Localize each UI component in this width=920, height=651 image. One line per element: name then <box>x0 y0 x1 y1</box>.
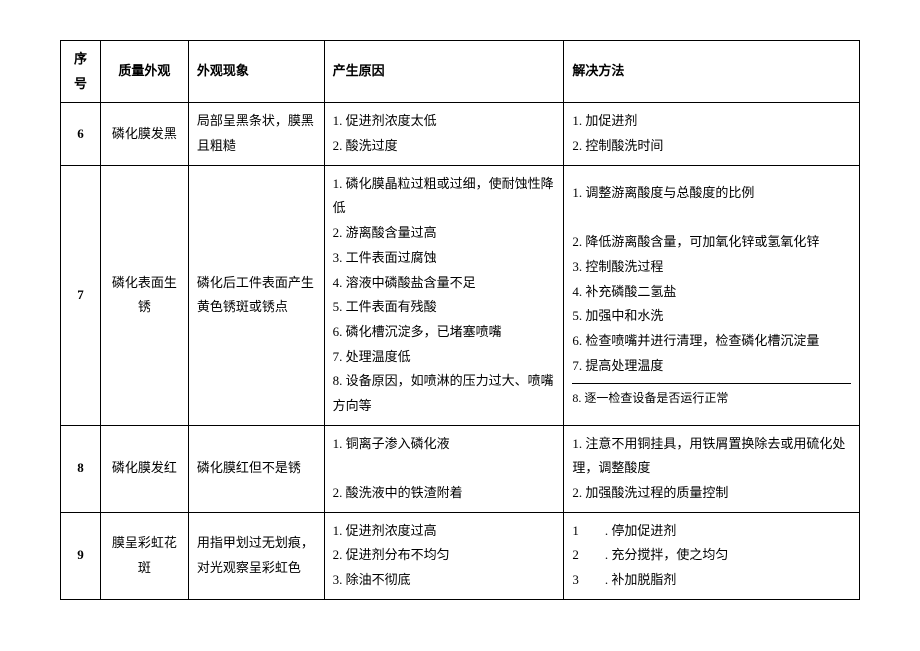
cell-seq: 6 <box>61 103 101 165</box>
solution-item: 6. 检查喷嘴并进行清理，检查磷化槽沉淀量 <box>572 329 851 354</box>
solution-item: 2. 控制酸洗时间 <box>572 134 851 159</box>
solution-item <box>572 206 851 231</box>
cause-item: 2. 促进剂分布不均匀 <box>333 543 556 568</box>
solution-item: 2. 加强酸洗过程的质量控制 <box>572 481 851 506</box>
header-solution: 解决方法 <box>564 41 860 103</box>
cell-cause: 1. 促进剂浓度太低2. 酸洗过度 <box>324 103 564 165</box>
cause-item: 2. 酸洗过度 <box>333 134 556 159</box>
solution-item: 1. 注意不用铜挂具，用铁屑置换除去或用硫化处理，调整酸度 <box>572 432 851 481</box>
cell-phenomenon: 局部呈黑条状，膜黑且粗糙 <box>188 103 324 165</box>
header-row: 序号 质量外观 外观现象 产生原因 解决方法 <box>61 41 860 103</box>
header-cause: 产生原因 <box>324 41 564 103</box>
solution-item: 4. 补充磷酸二氢盐 <box>572 280 851 305</box>
solution-item: 1. 调整游离酸度与总酸度的比例 <box>572 181 851 206</box>
cause-item: 3. 工件表面过腐蚀 <box>333 246 556 271</box>
cause-item: 5. 工件表面有残酸 <box>333 295 556 320</box>
cell-quality: 磷化膜发红 <box>100 425 188 512</box>
header-phenomenon: 外观现象 <box>188 41 324 103</box>
cause-item: 3. 除油不彻底 <box>333 568 556 593</box>
solution-item: 5. 加强中和水洗 <box>572 304 851 329</box>
table-row: 7磷化表面生锈磷化后工件表面产生黄色锈斑或锈点1. 磷化膜晶粒过粗或过细，使耐蚀… <box>61 165 860 425</box>
cause-item: 7. 处理温度低 <box>333 345 556 370</box>
cause-item: 1. 铜离子渗入磷化液 <box>333 432 556 457</box>
cell-seq: 8 <box>61 425 101 512</box>
solution-item: 3. 控制酸洗过程 <box>572 255 851 280</box>
solution-item: 1 . 停加促进剂 <box>572 519 851 544</box>
solution-item: 2 . 充分搅拌，使之均匀 <box>572 543 851 568</box>
cell-solution: 1. 注意不用铜挂具，用铁屑置换除去或用硫化处理，调整酸度2. 加强酸洗过程的质… <box>564 425 860 512</box>
cause-item: 8. 设备原因，如喷淋的压力过大、喷嘴方向等 <box>333 369 556 418</box>
cell-seq: 9 <box>61 512 101 599</box>
cause-item: 4. 溶液中磷酸盐含量不足 <box>333 271 556 296</box>
solution-item: 1. 加促进剂 <box>572 109 851 134</box>
table-row: 6磷化膜发黑局部呈黑条状，膜黑且粗糙1. 促进剂浓度太低2. 酸洗过度1. 加促… <box>61 103 860 165</box>
cell-phenomenon: 用指甲划过无划痕，对光观察呈彩虹色 <box>188 512 324 599</box>
cell-cause: 1. 促进剂浓度过高2. 促进剂分布不均匀3. 除油不彻底 <box>324 512 564 599</box>
cell-cause: 1. 铜离子渗入磷化液 2. 酸洗液中的铁渣附着 <box>324 425 564 512</box>
header-seq: 序号 <box>61 41 101 103</box>
solution-item: 3 . 补加脱脂剂 <box>572 568 851 593</box>
cell-seq: 7 <box>61 165 101 425</box>
cause-item: 2. 游离酸含量过高 <box>333 221 556 246</box>
cell-quality: 磷化表面生锈 <box>100 165 188 425</box>
solution-item: 7. 提高处理温度 <box>572 354 851 379</box>
table-row: 8磷化膜发红磷化膜红但不是锈1. 铜离子渗入磷化液 2. 酸洗液中的铁渣附着1.… <box>61 425 860 512</box>
table-row: 9膜呈彩虹花斑用指甲划过无划痕，对光观察呈彩虹色1. 促进剂浓度过高2. 促进剂… <box>61 512 860 599</box>
cell-cause: 1. 磷化膜晶粒过粗或过细，使耐蚀性降低2. 游离酸含量过高3. 工件表面过腐蚀… <box>324 165 564 425</box>
cell-solution: 1. 调整游离酸度与总酸度的比例 2. 降低游离酸含量，可加氧化锌或氢氧化锌3.… <box>564 165 860 425</box>
cause-item: 1. 促进剂浓度太低 <box>333 109 556 134</box>
cell-phenomenon: 磷化后工件表面产生黄色锈斑或锈点 <box>188 165 324 425</box>
table-body: 6磷化膜发黑局部呈黑条状，膜黑且粗糙1. 促进剂浓度太低2. 酸洗过度1. 加促… <box>61 103 860 599</box>
cause-item: 1. 促进剂浓度过高 <box>333 519 556 544</box>
header-quality: 质量外观 <box>100 41 188 103</box>
cell-solution: 1 . 停加促进剂2 . 充分搅拌，使之均匀3 . 补加脱脂剂 <box>564 512 860 599</box>
cell-solution: 1. 加促进剂2. 控制酸洗时间 <box>564 103 860 165</box>
cell-quality: 磷化膜发黑 <box>100 103 188 165</box>
solution-footer: 8. 逐一检查设备是否运行正常 <box>572 383 851 410</box>
cause-item: 6. 磷化槽沉淀多，已堵塞喷嘴 <box>333 320 556 345</box>
cell-quality: 膜呈彩虹花斑 <box>100 512 188 599</box>
cell-phenomenon: 磷化膜红但不是锈 <box>188 425 324 512</box>
cause-item: 1. 磷化膜晶粒过粗或过细，使耐蚀性降低 <box>333 172 556 221</box>
solution-item: 2. 降低游离酸含量，可加氧化锌或氢氧化锌 <box>572 230 851 255</box>
defect-table: 序号 质量外观 外观现象 产生原因 解决方法 6磷化膜发黑局部呈黑条状，膜黑且粗… <box>60 40 860 600</box>
cause-item: 2. 酸洗液中的铁渣附着 <box>333 481 556 506</box>
cause-item <box>333 456 556 481</box>
